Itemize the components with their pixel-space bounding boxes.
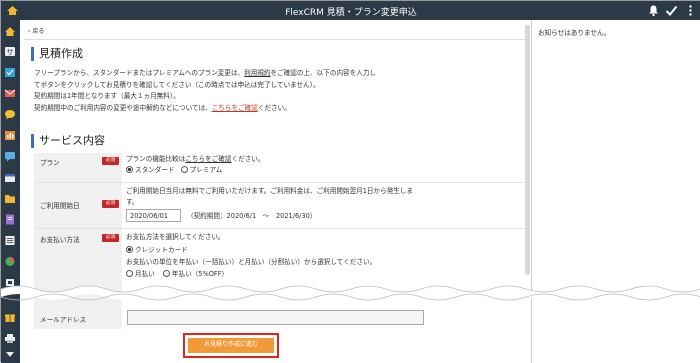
- calendar-icon[interactable]: [4, 172, 16, 183]
- payment-option-monthly[interactable]: 月払い: [126, 269, 155, 278]
- required-badge: 必須: [102, 234, 119, 242]
- message-icon[interactable]: [4, 151, 16, 162]
- bell-icon[interactable]: [647, 4, 660, 17]
- report-icon[interactable]: [4, 130, 16, 141]
- scrollbar[interactable]: [525, 25, 530, 275]
- task-icon[interactable]: [4, 67, 16, 78]
- intro-text: ください。: [257, 103, 291, 112]
- print-icon[interactable]: [4, 333, 16, 344]
- radio-unchecked-icon[interactable]: [162, 269, 170, 277]
- intro-text: をご確認の上、以下の内容を入力し: [270, 69, 377, 77]
- start-date-input[interactable]: 2020/06/01: [126, 209, 181, 222]
- terms-link[interactable]: 利用規約: [244, 69, 270, 77]
- intro-line-4: 契約期間中のご利用内容の変更や途中解約などについては、こちらをご確認ください。: [34, 103, 524, 115]
- app-window: FlexCRM 見積・プラン変更申込 サ ‹ 戻る 見積作成 フリープランから、…: [0, 0, 700, 363]
- estimate-intro: フリープランから、スタンダードまたはプレミアムへのプラン変更は、利用規約をご確認…: [34, 68, 524, 114]
- option-label: 年払い（5%OFF）: [171, 269, 229, 278]
- required-badge: 必須: [102, 157, 119, 165]
- start-date-row: ご利用開始日 必須 ご利用開始日当月は無料でご利用いただけます。ご利用料金は、ご…: [34, 183, 524, 229]
- contract-period: （契約期間：2020/6/1 ～ 2021/6/30）: [187, 212, 317, 220]
- plan-option-premium[interactable]: プレミアム: [180, 165, 223, 174]
- radio-checked-icon[interactable]: [126, 165, 133, 173]
- intro-text: フリープランから、スタンダードまたはプレミアムへのプラン変更は、: [34, 69, 245, 77]
- option-label: スタンダード: [135, 165, 175, 174]
- divider: [24, 39, 527, 40]
- plan-option-standard[interactable]: スタンダード: [126, 165, 175, 174]
- option-label: クレジットカード: [135, 245, 188, 254]
- estimate-heading: 見積作成: [31, 47, 83, 61]
- svg-text:サ: サ: [7, 49, 14, 57]
- payment-option-yearly[interactable]: 年払い（5%OFF）: [162, 269, 229, 278]
- start-date-value: ご利用開始日当月は無料でご利用いただけます。ご利用料金は、ご利用開始翌月1日から…: [126, 186, 521, 222]
- contract-info-link[interactable]: こちらをご確認: [212, 104, 258, 112]
- chat-icon[interactable]: [4, 109, 16, 120]
- plan-label: プラン: [40, 159, 60, 167]
- radio-unchecked-icon[interactable]: [126, 269, 133, 277]
- check-icon[interactable]: [665, 4, 678, 17]
- option-label: プレミアム: [189, 165, 223, 174]
- radio-checked-icon[interactable]: [126, 245, 133, 253]
- required-badge: 必須: [102, 200, 119, 208]
- start-date-desc: ご利用開始日当月は無料でご利用いただけます。ご利用料金は、ご利用開始翌月1日から…: [126, 187, 414, 195]
- menu-icon[interactable]: [684, 4, 697, 17]
- email-row: メールアドレス: [34, 307, 526, 329]
- intro-line-1: フリープランから、スタンダードまたはプレミアムへのプラン変更は、利用規約をご確認…: [34, 68, 524, 80]
- intro-text: 契約期間中のご利用内容の変更や途中解約などについては、: [34, 103, 212, 112]
- payment-method-option[interactable]: クレジットカード: [126, 245, 521, 256]
- payment-value: お支払方法を選択してください。 クレジットカード お支払いの単位を年払い（一括払…: [126, 232, 521, 279]
- plan-value: プランの機能比較はこちらをご確認ください。 スタンダード プレミアム: [126, 154, 521, 175]
- chart-pie-icon[interactable]: [4, 256, 16, 267]
- payment-desc: お支払方法を選択してください。: [126, 233, 225, 241]
- app-sidebar: サ: [1, 20, 20, 363]
- payment-unit-options: 月払い 年払い（5%OFF）: [126, 269, 521, 280]
- notice-pane: お知らせはありません。: [531, 20, 700, 363]
- start-date-label: ご利用開始日: [40, 202, 80, 210]
- mail-icon[interactable]: [4, 88, 16, 99]
- plan-desc-text: プランの機能比較は: [126, 155, 186, 163]
- start-date-label-cell: ご利用開始日 必須: [34, 183, 122, 228]
- email-label-cell: メールアドレス: [34, 307, 122, 329]
- gift-icon[interactable]: [4, 312, 16, 323]
- service-heading: サービス内容: [31, 134, 105, 148]
- cut-separator: [1, 285, 700, 301]
- list-icon[interactable]: [4, 235, 16, 246]
- plan-desc-text: ください。: [231, 155, 265, 163]
- folder-icon[interactable]: [4, 193, 16, 204]
- back-label: 戻る: [32, 28, 45, 35]
- payment-label: お支払い方法: [40, 236, 80, 244]
- radio-unchecked-icon[interactable]: [180, 165, 188, 173]
- notice-text: お知らせはありません。: [538, 29, 611, 37]
- plan-compare-link[interactable]: こちらをご確認: [185, 155, 231, 163]
- scroll-down-icon[interactable]: [4, 349, 16, 360]
- plan-options: スタンダード プレミアム: [126, 165, 521, 176]
- email-label: メールアドレス: [40, 316, 87, 324]
- service-icon[interactable]: サ: [4, 46, 16, 57]
- start-date-desc-2: す。: [126, 197, 139, 206]
- home-icon[interactable]: [4, 26, 16, 37]
- window-title: FlexCRM 見積・プラン変更申込: [285, 8, 417, 18]
- payment-unit-desc: お支払いの単位を年払い（一括払い）と月払い（分割払い）から選択してください。: [126, 258, 377, 266]
- email-input[interactable]: [127, 310, 424, 325]
- submit-highlight: お見積り作成に進む: [183, 333, 279, 358]
- document-icon[interactable]: [4, 214, 16, 225]
- intro-line-2: てボタンをクリックしてお見積りを確認してください（この時点では申込は完了していま…: [34, 80, 320, 89]
- start-date-controls: 2020/06/01 （契約期間：2020/6/1 ～ 2021/6/30）: [126, 209, 521, 222]
- option-label: 月払い: [135, 269, 155, 278]
- chevron-left-icon: ‹: [28, 28, 31, 35]
- create-estimate-button[interactable]: お見積り作成に進む: [188, 338, 274, 353]
- intro-line-3: 契約期間は1年間となります（最大１ヵ月無料）。: [34, 92, 180, 100]
- plan-desc: プランの機能比較はこちらをご確認ください。: [126, 154, 521, 165]
- title-bar: FlexCRM 見積・プラン変更申込: [1, 1, 700, 20]
- back-link[interactable]: ‹ 戻る: [28, 26, 44, 35]
- plan-label-cell: プラン 必須: [34, 153, 122, 182]
- plan-row: プラン 必須 プランの機能比較はこちらをご確認ください。 スタンダード プレミア…: [34, 153, 524, 183]
